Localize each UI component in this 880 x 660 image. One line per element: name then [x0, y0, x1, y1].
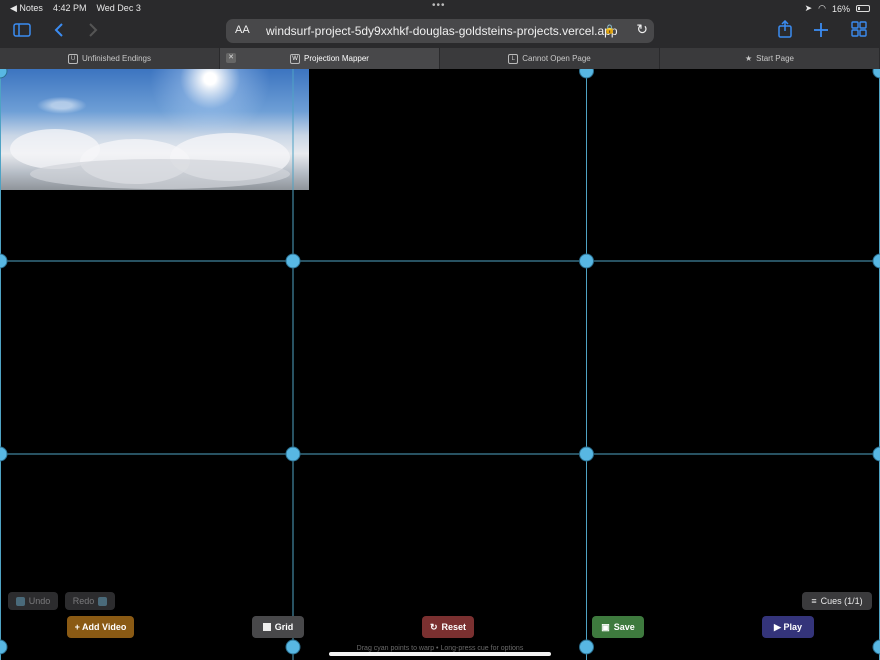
reset-icon: ↻	[429, 621, 438, 632]
warp-point[interactable]	[285, 446, 301, 462]
tab-label: Cannot Open Page	[522, 54, 591, 63]
tab-start-page[interactable]: ★ Start Page	[660, 48, 880, 69]
tab-projection-mapper[interactable]: ✕ W Projection Mapper	[220, 48, 440, 69]
redo-icon	[98, 596, 108, 606]
back-to-app-link[interactable]: ◀ Notes	[10, 3, 43, 14]
warp-point[interactable]	[0, 446, 8, 462]
wifi-icon: ◠	[818, 3, 826, 13]
reset-label: Reset	[441, 622, 467, 632]
cues-icon: ≡	[811, 596, 817, 606]
grid-label: Grid	[274, 622, 294, 632]
close-tab-icon[interactable]: ✕	[226, 53, 236, 63]
reader-aa-button[interactable]: AA	[235, 24, 250, 36]
tab-favicon: L	[508, 53, 519, 64]
warp-point[interactable]	[579, 253, 594, 269]
address-bar[interactable]: AA windsurf-project-5dy9xxhkf-douglas-go…	[226, 19, 654, 43]
play-button[interactable]: ▶ Play	[762, 616, 814, 638]
tab-label: Projection Mapper	[304, 54, 369, 63]
new-tab-icon[interactable]	[808, 20, 834, 42]
warp-point[interactable]	[0, 69, 8, 79]
multitasking-dots[interactable]: •••	[432, 0, 446, 11]
floppy-icon: ▣	[601, 621, 610, 632]
undo-button[interactable]: Undo	[8, 592, 58, 610]
status-date: Wed Dec 3	[96, 3, 141, 13]
tab-favicon: W	[290, 53, 301, 64]
lock-icon: 🔒	[604, 24, 616, 34]
warp-grid[interactable]	[0, 69, 880, 660]
reload-icon[interactable]: ↻	[636, 21, 648, 38]
warp-point[interactable]	[872, 253, 880, 269]
status-bar: ◀ Notes 4:42 PM Wed Dec 3 ••• ➤ ◠ 16%	[0, 0, 880, 16]
tab-cannot-open-page[interactable]: L Cannot Open Page	[440, 48, 660, 69]
redo-label: Redo	[72, 596, 95, 606]
battery-icon	[856, 5, 870, 12]
tab-label: Start Page	[756, 54, 794, 63]
forward-icon[interactable]	[80, 20, 106, 42]
play-label: ▶ Play	[774, 621, 802, 632]
status-time: 4:42 PM	[52, 3, 87, 13]
cues-button[interactable]: ≡ Cues (1/1)	[802, 592, 872, 610]
redo-button[interactable]: Redo	[65, 592, 115, 610]
warp-point[interactable]	[579, 446, 594, 462]
add-video-button[interactable]: + Add Video	[67, 616, 134, 638]
grid-icon	[262, 623, 271, 631]
share-icon[interactable]	[772, 19, 798, 42]
warp-point[interactable]	[579, 69, 594, 79]
sidebar-toggle-icon[interactable]	[9, 20, 35, 42]
instruction-hint: Drag cyan points to warp • Long-press cu…	[356, 645, 524, 652]
tab-unfinished-endings[interactable]: U Unfinished Endings	[0, 48, 220, 69]
save-button[interactable]: ▣ Save	[592, 616, 644, 638]
reset-button[interactable]: ↻ Reset	[422, 616, 474, 638]
back-icon[interactable]	[46, 20, 72, 42]
browser-toolbar: AA windsurf-project-5dy9xxhkf-douglas-go…	[0, 16, 880, 48]
location-icon: ➤	[804, 3, 813, 13]
warp-point[interactable]	[872, 69, 880, 79]
battery-percent: 16%	[831, 3, 850, 14]
star-icon: ★	[745, 54, 753, 63]
tab-label: Unfinished Endings	[82, 54, 151, 63]
home-indicator[interactable]	[329, 652, 551, 656]
undo-label: Undo	[28, 596, 51, 606]
save-label: Save	[613, 622, 635, 632]
cues-label: Cues (1/1)	[820, 596, 863, 606]
warp-point[interactable]	[872, 446, 880, 462]
warp-point[interactable]	[285, 253, 301, 269]
warp-point[interactable]	[0, 253, 8, 269]
add-video-label: + Add Video	[74, 622, 127, 632]
grid-button[interactable]: Grid	[252, 616, 304, 638]
url-text[interactable]: windsurf-project-5dy9xxhkf-douglas-golds…	[266, 24, 618, 38]
tab-bar: U Unfinished Endings ✕ W Projection Mapp…	[0, 48, 880, 69]
tab-overview-icon[interactable]	[846, 20, 872, 42]
projection-canvas[interactable]	[0, 69, 880, 660]
tab-favicon: U	[68, 53, 79, 64]
undo-icon	[15, 596, 25, 606]
